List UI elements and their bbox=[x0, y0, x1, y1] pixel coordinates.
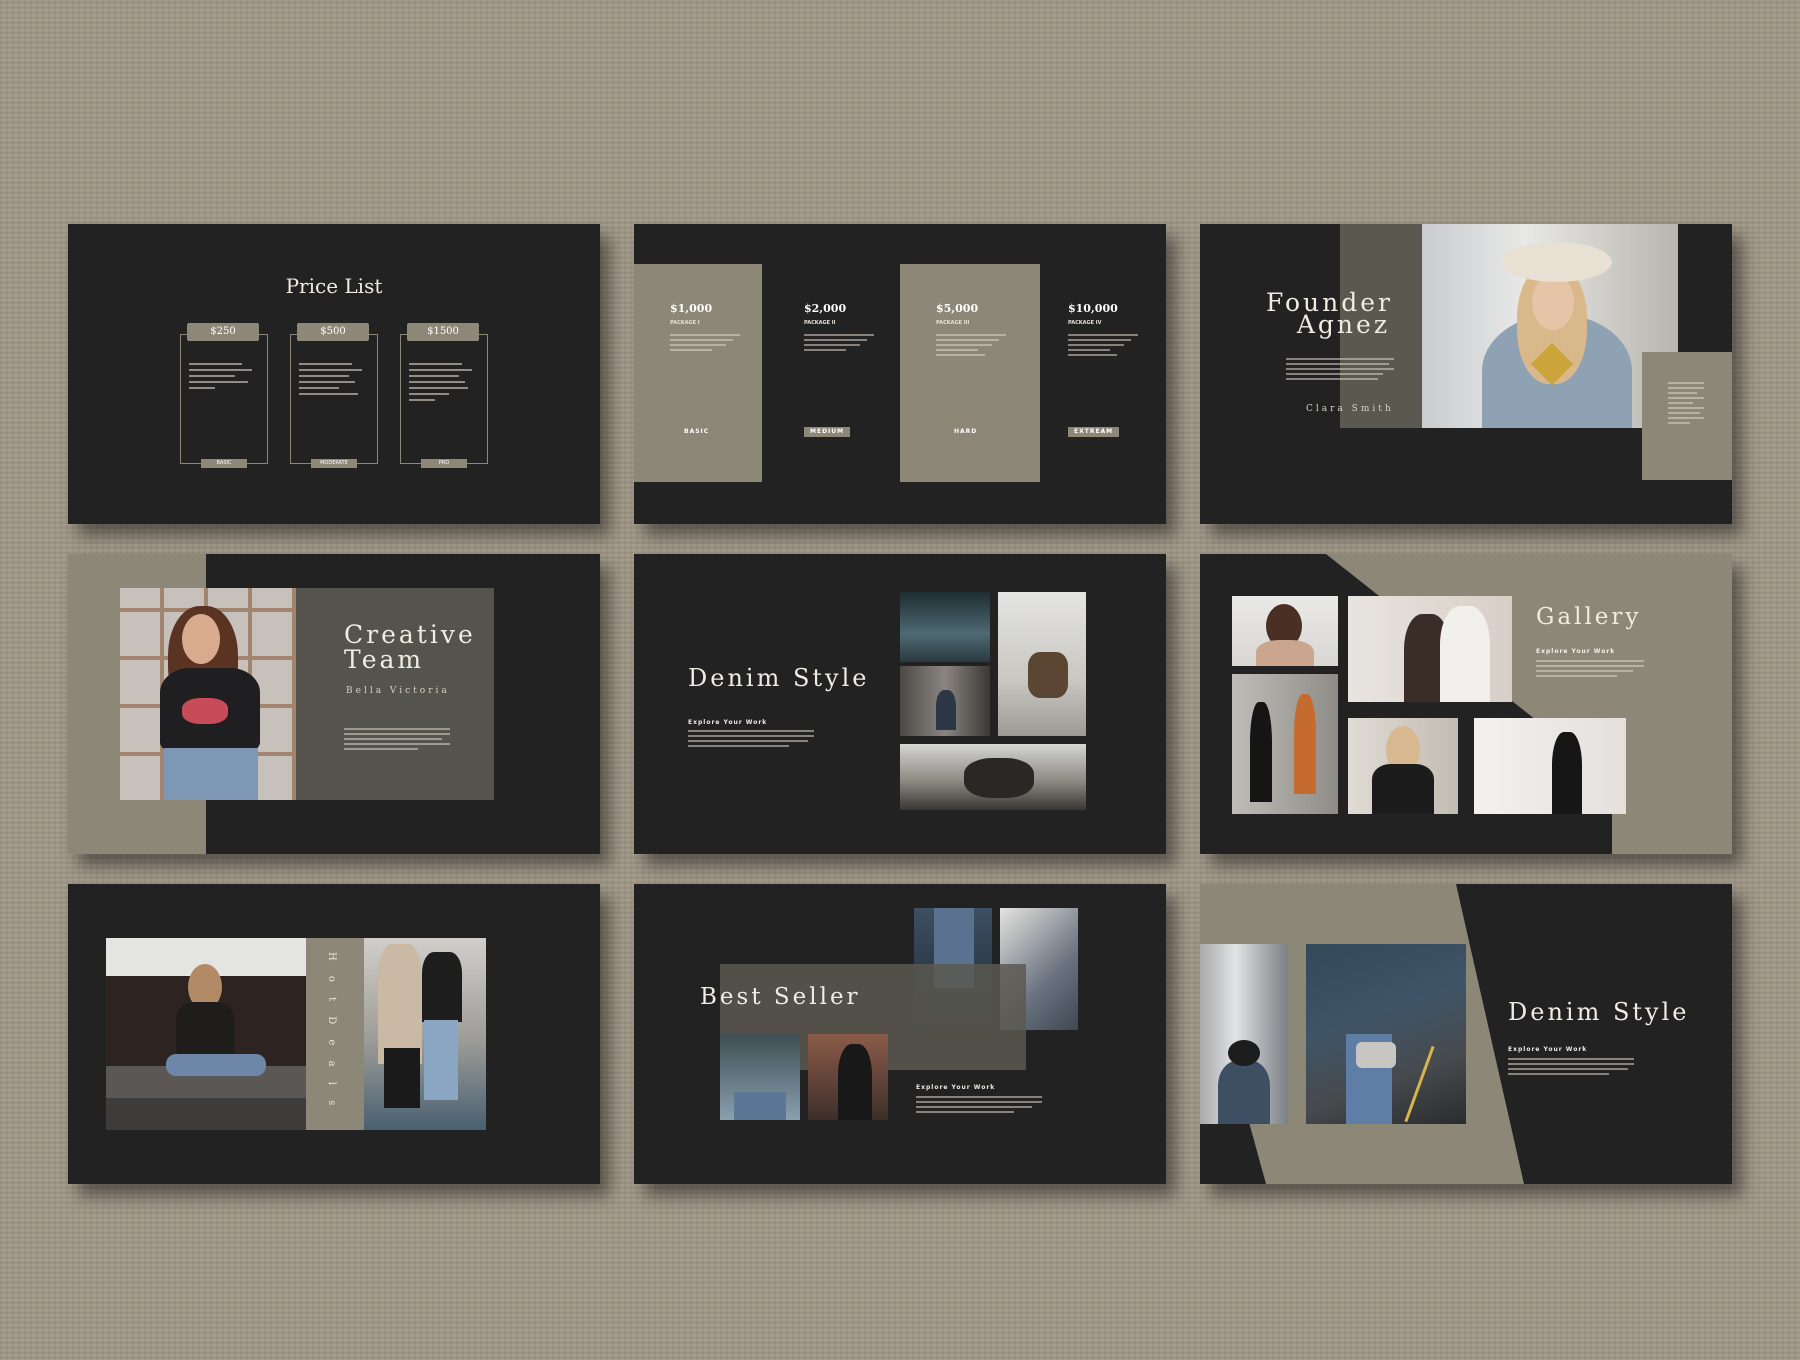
price-features bbox=[189, 363, 255, 393]
denim2-text bbox=[1508, 1058, 1634, 1078]
photo-sneakers bbox=[720, 1034, 800, 1120]
photo-man bbox=[1232, 596, 1338, 666]
slide-packages[interactable]: $1,000 PACKAGE I BASIC $2,000 PACKAGE II… bbox=[634, 224, 1166, 524]
package-level: HARD bbox=[954, 428, 978, 435]
price-label: PRO bbox=[421, 459, 467, 468]
price-features bbox=[299, 363, 365, 399]
price-card-pro[interactable]: $1500 PRO bbox=[400, 323, 488, 468]
package-name: PACKAGE IV bbox=[1068, 320, 1102, 326]
slide-founder[interactable]: Founder Agnez Clara Smith bbox=[1200, 224, 1732, 524]
package-amount: $10,000 bbox=[1068, 302, 1118, 315]
best-seller-title: Best Seller bbox=[700, 984, 861, 1010]
package-card-1[interactable]: $1,000 PACKAGE I BASIC bbox=[634, 264, 762, 482]
package-level: EXTREAM bbox=[1068, 427, 1120, 437]
founder-text bbox=[1286, 358, 1394, 383]
photo-shadow bbox=[1232, 674, 1338, 814]
package-text bbox=[804, 334, 874, 354]
package-level: MEDIUM bbox=[804, 427, 851, 437]
creative-title-line-2: Team bbox=[344, 645, 425, 674]
creative-photo bbox=[120, 588, 296, 800]
price-card-moderate[interactable]: $500 MODERATE bbox=[290, 323, 378, 468]
founder-title: Founder Agnez bbox=[1266, 290, 1390, 339]
package-level: BASIC bbox=[684, 428, 710, 435]
founder-title-line-2: Agnez bbox=[1296, 310, 1390, 339]
price-tag: $500 bbox=[297, 323, 369, 341]
photo-boat bbox=[998, 592, 1086, 736]
creative-title-line-1: Creative bbox=[344, 620, 476, 649]
package-card-2[interactable]: $2,000 PACKAGE II MEDIUM bbox=[768, 264, 896, 482]
package-name: PACKAGE II bbox=[804, 320, 836, 326]
photo-buildings bbox=[1200, 944, 1288, 1124]
side-text-block bbox=[1642, 352, 1732, 480]
photo-brick-wall bbox=[808, 1034, 888, 1120]
photo-couple-denim bbox=[364, 938, 486, 1130]
creative-name: Bella Victoria bbox=[346, 686, 450, 696]
price-list-title: Price List bbox=[285, 274, 383, 298]
denim2-title: Denim Style bbox=[1508, 998, 1690, 1026]
best-seller-subtitle: Explore Your Work bbox=[916, 1084, 996, 1091]
price-tag: $1500 bbox=[407, 323, 479, 341]
price-tag: $250 bbox=[187, 323, 259, 341]
price-features bbox=[409, 363, 475, 405]
slide-denim-style[interactable]: Denim Style Explore Your Work bbox=[634, 554, 1166, 854]
photo-street bbox=[900, 666, 990, 736]
slide-denim-style-2[interactable]: Denim Style Explore Your Work bbox=[1200, 884, 1732, 1184]
price-label: BASIC bbox=[201, 459, 247, 468]
package-card-3[interactable]: $5,000 PACKAGE III HARD bbox=[900, 264, 1040, 482]
hot-deals-strip: H o t D e a l s bbox=[306, 938, 364, 1130]
photo-woman-coat bbox=[1348, 718, 1458, 814]
denim-subtitle: Explore Your Work bbox=[688, 719, 768, 726]
creative-text bbox=[344, 728, 450, 753]
gallery-title: Gallery bbox=[1536, 604, 1642, 630]
package-text bbox=[1068, 334, 1138, 359]
slide-creative-team[interactable]: Creative Team Bella Victoria bbox=[68, 554, 600, 854]
photo-couple bbox=[1348, 596, 1512, 702]
package-text bbox=[670, 334, 740, 354]
package-name: PACKAGE III bbox=[936, 320, 970, 326]
denim-title: Denim Style bbox=[688, 664, 870, 692]
photo-rock bbox=[900, 744, 1086, 810]
package-card-4[interactable]: $10,000 PACKAGE IV EXTREAM bbox=[1032, 264, 1160, 482]
denim-text bbox=[688, 730, 814, 750]
price-card-basic[interactable]: $250 BASIC bbox=[180, 323, 268, 468]
gallery-subtitle: Explore Your Work bbox=[1536, 648, 1616, 655]
slide-gallery[interactable]: Gallery Explore Your Work bbox=[1200, 554, 1732, 854]
price-label: MODERATE bbox=[311, 459, 357, 468]
best-seller-text bbox=[916, 1096, 1042, 1116]
slide-hot-deals[interactable]: H o t D e a l s bbox=[68, 884, 600, 1184]
gallery-text bbox=[1536, 660, 1644, 680]
photo-woman-black bbox=[1474, 718, 1626, 814]
photo-sitting-woman bbox=[106, 938, 306, 1130]
package-amount: $1,000 bbox=[670, 302, 713, 315]
slide-best-seller[interactable]: Best Seller Explore Your Work bbox=[634, 884, 1166, 1184]
package-text bbox=[936, 334, 1006, 359]
package-amount: $2,000 bbox=[804, 302, 847, 315]
founder-photo bbox=[1422, 224, 1678, 428]
slide-price-list[interactable]: Price List $250 BASIC $500 MODERATE $150… bbox=[68, 224, 600, 524]
denim2-subtitle: Explore Your Work bbox=[1508, 1046, 1588, 1053]
founder-name: Clara Smith bbox=[1306, 404, 1394, 414]
package-name: PACKAGE I bbox=[670, 320, 700, 326]
hot-deals-label: H o t D e a l s bbox=[326, 952, 337, 1112]
photo-camera-road bbox=[1306, 944, 1466, 1124]
photo-feet bbox=[900, 592, 990, 662]
package-amount: $5,000 bbox=[936, 302, 979, 315]
creative-title: Creative Team bbox=[344, 622, 476, 672]
